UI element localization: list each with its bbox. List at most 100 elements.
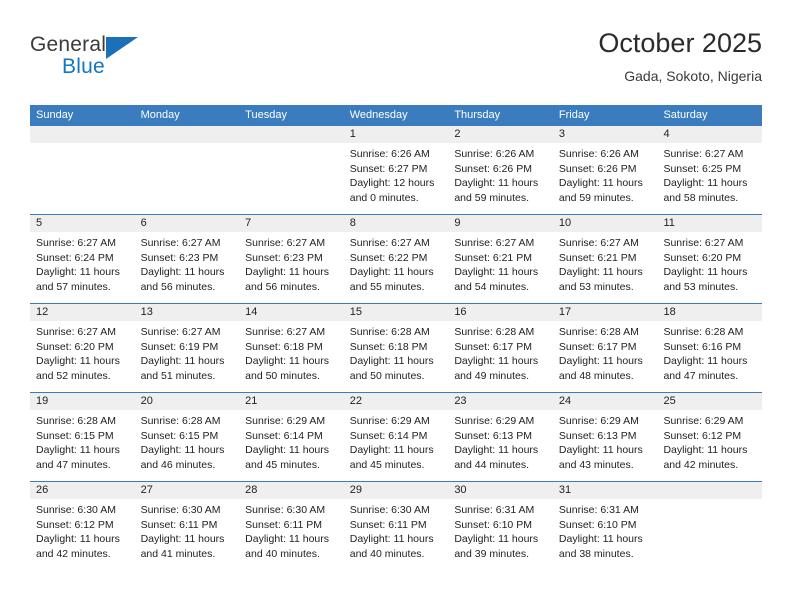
day-cell[interactable]: 5 Sunrise: 6:27 AM Sunset: 6:24 PM Dayli…	[30, 215, 135, 303]
day-cell[interactable]	[239, 126, 344, 214]
daylight-text-line1: Daylight: 11 hours	[454, 444, 539, 456]
day-detail: Sunrise: 6:28 AM Sunset: 6:15 PM Dayligh…	[30, 410, 135, 472]
sunset-text: Sunset: 6:18 PM	[245, 340, 323, 353]
sunset-text: Sunset: 6:20 PM	[36, 340, 114, 353]
daylight-text-line1: Daylight: 11 hours	[663, 355, 748, 367]
sunrise-text: Sunrise: 6:29 AM	[349, 415, 430, 427]
daylight-text-line2: and 40 minutes.	[245, 547, 320, 560]
sunrise-text: Sunrise: 6:26 AM	[349, 148, 430, 160]
week-row: 26 Sunrise: 6:30 AM Sunset: 6:12 PM Dayl…	[30, 481, 763, 570]
day-cell[interactable]: 8 Sunrise: 6:27 AM Sunset: 6:22 PM Dayli…	[343, 215, 449, 303]
day-cell[interactable]: 19 Sunrise: 6:28 AM Sunset: 6:15 PM Dayl…	[30, 393, 135, 481]
sunrise-text: Sunrise: 6:28 AM	[454, 326, 535, 338]
daylight-text-line1: Daylight: 11 hours	[663, 266, 748, 278]
daylight-text-line1: Daylight: 11 hours	[140, 533, 225, 545]
sunset-text: Sunset: 6:10 PM	[558, 518, 637, 531]
daylight-text-line2: and 40 minutes.	[349, 547, 425, 560]
day-cell[interactable]	[30, 126, 135, 214]
day-detail: Sunrise: 6:29 AM Sunset: 6:14 PM Dayligh…	[344, 410, 449, 472]
day-detail: Sunrise: 6:26 AM Sunset: 6:26 PM Dayligh…	[448, 143, 553, 205]
sunset-text: Sunset: 6:23 PM	[245, 251, 323, 264]
day-cell[interactable]: 26 Sunrise: 6:30 AM Sunset: 6:12 PM Dayl…	[30, 482, 135, 570]
day-cell[interactable]: 15 Sunrise: 6:28 AM Sunset: 6:18 PM Dayl…	[343, 304, 449, 392]
daylight-text-line1: Daylight: 11 hours	[454, 533, 539, 545]
day-cell[interactable]: 16 Sunrise: 6:28 AM Sunset: 6:17 PM Dayl…	[448, 304, 553, 392]
day-detail: Sunrise: 6:29 AM Sunset: 6:13 PM Dayligh…	[448, 410, 553, 472]
daylight-text-line1: Daylight: 11 hours	[349, 266, 434, 278]
daylight-text-line1: Daylight: 11 hours	[454, 266, 539, 278]
day-cell[interactable]: 29 Sunrise: 6:30 AM Sunset: 6:11 PM Dayl…	[343, 482, 449, 570]
day-detail: Sunrise: 6:28 AM Sunset: 6:15 PM Dayligh…	[135, 410, 240, 472]
day-detail: Sunrise: 6:28 AM Sunset: 6:16 PM Dayligh…	[657, 321, 762, 383]
day-detail: Sunrise: 6:27 AM Sunset: 6:25 PM Dayligh…	[657, 143, 762, 205]
day-cell[interactable]: 23 Sunrise: 6:29 AM Sunset: 6:13 PM Dayl…	[448, 393, 553, 481]
day-cell[interactable]: 12 Sunrise: 6:27 AM Sunset: 6:20 PM Dayl…	[30, 304, 135, 392]
day-number: 4	[657, 126, 763, 143]
daylight-text-line1: Daylight: 11 hours	[245, 266, 330, 278]
day-cell[interactable]: 7 Sunrise: 6:27 AM Sunset: 6:23 PM Dayli…	[239, 215, 344, 303]
daylight-text-line2: and 53 minutes.	[663, 280, 739, 293]
sunrise-text: Sunrise: 6:30 AM	[36, 504, 116, 516]
daylight-text-line2: and 43 minutes.	[558, 458, 634, 471]
daylight-text-line2: and 56 minutes.	[245, 280, 320, 293]
daylight-text-line2: and 49 minutes.	[454, 369, 530, 382]
day-number: 26	[30, 482, 135, 499]
day-cell[interactable]: 20 Sunrise: 6:28 AM Sunset: 6:15 PM Dayl…	[134, 393, 240, 481]
day-detail: Sunrise: 6:31 AM Sunset: 6:10 PM Dayligh…	[553, 499, 658, 561]
day-detail: Sunrise: 6:27 AM Sunset: 6:21 PM Dayligh…	[448, 232, 553, 294]
day-cell[interactable]	[134, 126, 240, 214]
day-cell[interactable]: 17 Sunrise: 6:28 AM Sunset: 6:17 PM Dayl…	[552, 304, 658, 392]
daylight-text-line1: Daylight: 11 hours	[36, 266, 120, 278]
day-detail: Sunrise: 6:27 AM Sunset: 6:20 PM Dayligh…	[30, 321, 135, 383]
day-cell[interactable]: 30 Sunrise: 6:31 AM Sunset: 6:10 PM Dayl…	[448, 482, 553, 570]
sunset-text: Sunset: 6:22 PM	[349, 251, 428, 264]
day-cell[interactable]: 13 Sunrise: 6:27 AM Sunset: 6:19 PM Dayl…	[134, 304, 240, 392]
day-cell[interactable]: 31 Sunrise: 6:31 AM Sunset: 6:10 PM Dayl…	[552, 482, 658, 570]
day-number: 8	[343, 215, 449, 232]
sunrise-text: Sunrise: 6:27 AM	[140, 237, 221, 249]
day-cell[interactable]: 28 Sunrise: 6:30 AM Sunset: 6:11 PM Dayl…	[239, 482, 344, 570]
sunset-text: Sunset: 6:17 PM	[454, 340, 532, 353]
day-cell[interactable]: 10 Sunrise: 6:27 AM Sunset: 6:21 PM Dayl…	[552, 215, 658, 303]
day-cell[interactable]: 2 Sunrise: 6:26 AM Sunset: 6:26 PM Dayli…	[448, 126, 553, 214]
sunrise-text: Sunrise: 6:28 AM	[349, 326, 430, 338]
daylight-text-line2: and 44 minutes.	[454, 458, 530, 471]
day-cell[interactable]: 3 Sunrise: 6:26 AM Sunset: 6:26 PM Dayli…	[552, 126, 658, 214]
daylight-text-line2: and 45 minutes.	[245, 458, 320, 471]
sunrise-text: Sunrise: 6:28 AM	[140, 415, 221, 427]
daylight-text-line1: Daylight: 11 hours	[245, 533, 330, 545]
daylight-text-line1: Daylight: 11 hours	[558, 533, 643, 545]
sunset-text: Sunset: 6:12 PM	[663, 429, 742, 442]
general-blue-logo[interactable]: General Blue	[30, 34, 210, 90]
day-number: 30	[448, 482, 553, 499]
day-cell[interactable]: 25 Sunrise: 6:29 AM Sunset: 6:12 PM Dayl…	[657, 393, 763, 481]
day-number: 1	[343, 126, 449, 143]
day-cell[interactable]: 14 Sunrise: 6:27 AM Sunset: 6:18 PM Dayl…	[239, 304, 344, 392]
sunset-text: Sunset: 6:19 PM	[140, 340, 219, 353]
daylight-text-line2: and 42 minutes.	[663, 458, 739, 471]
day-cell[interactable]: 9 Sunrise: 6:27 AM Sunset: 6:21 PM Dayli…	[448, 215, 553, 303]
day-cell[interactable]: 18 Sunrise: 6:28 AM Sunset: 6:16 PM Dayl…	[657, 304, 763, 392]
day-cell[interactable]: 6 Sunrise: 6:27 AM Sunset: 6:23 PM Dayli…	[134, 215, 240, 303]
day-cell[interactable]: 1 Sunrise: 6:26 AM Sunset: 6:27 PM Dayli…	[343, 126, 449, 214]
day-cell[interactable]: 27 Sunrise: 6:30 AM Sunset: 6:11 PM Dayl…	[134, 482, 240, 570]
day-cell[interactable]: 4 Sunrise: 6:27 AM Sunset: 6:25 PM Dayli…	[657, 126, 763, 214]
weekday-header-sunday: Sunday	[36, 109, 74, 121]
sunrise-text: Sunrise: 6:27 AM	[558, 237, 639, 249]
sunrise-text: Sunrise: 6:30 AM	[349, 504, 430, 516]
title-block: October 2025 Gada, Sokoto, Nigeria	[598, 26, 762, 86]
day-cell[interactable]: 21 Sunrise: 6:29 AM Sunset: 6:14 PM Dayl…	[239, 393, 344, 481]
day-cell[interactable]: 24 Sunrise: 6:29 AM Sunset: 6:13 PM Dayl…	[552, 393, 658, 481]
day-cell[interactable]: 22 Sunrise: 6:29 AM Sunset: 6:14 PM Dayl…	[343, 393, 449, 481]
daylight-text-line2: and 52 minutes.	[36, 369, 111, 382]
day-number: 25	[657, 393, 763, 410]
day-cell[interactable]: 11 Sunrise: 6:27 AM Sunset: 6:20 PM Dayl…	[657, 215, 763, 303]
day-number: 28	[239, 482, 344, 499]
sunrise-text: Sunrise: 6:29 AM	[454, 415, 535, 427]
daylight-text-line1: Daylight: 11 hours	[454, 177, 539, 189]
day-cell[interactable]	[657, 482, 763, 570]
day-detail: Sunrise: 6:27 AM Sunset: 6:23 PM Dayligh…	[135, 232, 240, 294]
day-number: 10	[552, 215, 658, 232]
page-title: October 2025	[598, 28, 762, 58]
day-number: 20	[134, 393, 240, 410]
